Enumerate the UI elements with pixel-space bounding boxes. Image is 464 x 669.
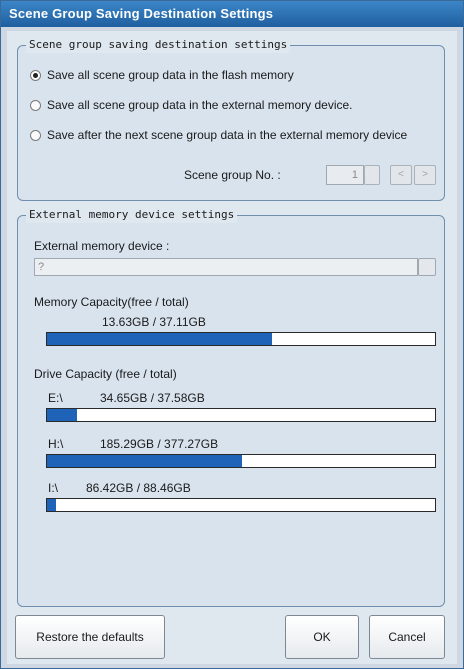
dialog-client: Scene group saving destination settings … (7, 31, 457, 664)
drive-i-bar (46, 498, 436, 512)
dialog-window: Scene Group Saving Destination Settings … (0, 0, 464, 669)
drive-e-bar-fill (47, 409, 78, 421)
cancel-button[interactable]: Cancel (369, 615, 445, 659)
memory-capacity-label: Memory Capacity(free / total) (34, 295, 189, 309)
scene-group-dropdown-button[interactable] (364, 165, 380, 185)
ok-button[interactable]: OK (285, 615, 359, 659)
radio-flash-memory-label: Save all scene group data in the flash m… (47, 68, 294, 82)
drive-i-value: 86.42GB / 88.46GB (86, 481, 191, 495)
drive-i-name: I:\ (48, 481, 59, 495)
scene-group-no-field[interactable]: 1 (326, 165, 364, 185)
memory-capacity-value: 13.63GB / 37.11GB (102, 315, 206, 329)
radio-external-memory-label: Save all scene group data in the externa… (47, 98, 353, 112)
drive-h-value: 185.29GB / 377.27GB (100, 437, 219, 451)
scene-group-prev-button[interactable]: < (390, 165, 412, 185)
drive-e-bar (46, 408, 436, 422)
radio-external-memory[interactable]: Save all scene group data in the externa… (30, 96, 353, 114)
external-device-label: External memory device : (34, 239, 170, 253)
radio-next-scene-group-label: Save after the next scene group data in … (47, 128, 408, 142)
radio-button-icon[interactable] (30, 69, 41, 81)
radio-button-icon[interactable] (30, 99, 41, 111)
drive-e-name: E:\ (48, 391, 63, 405)
memory-capacity-bar (46, 332, 436, 346)
drive-h-name: H:\ (48, 437, 64, 451)
saving-destination-group: Scene group saving destination settings … (17, 37, 445, 201)
drive-i-bar-fill (47, 499, 56, 511)
external-device-select[interactable]: ? (34, 258, 418, 276)
drive-h-bar (46, 454, 436, 468)
dialog-title: Scene Group Saving Destination Settings (1, 1, 463, 27)
drive-e-value: 34.65GB / 37.58GB (100, 391, 205, 405)
scene-group-no-label: Scene group No. : (184, 168, 281, 182)
external-memory-legend: External memory device settings (26, 207, 238, 223)
memory-capacity-bar-fill (47, 333, 273, 345)
restore-defaults-button[interactable]: Restore the defaults (15, 615, 165, 659)
scene-group-next-button[interactable]: > (414, 165, 436, 185)
radio-next-scene-group[interactable]: Save after the next scene group data in … (30, 126, 407, 144)
radio-flash-memory[interactable]: Save all scene group data in the flash m… (30, 66, 294, 84)
drive-h-bar-fill (47, 455, 243, 467)
external-device-dropdown-button[interactable] (418, 258, 436, 276)
radio-button-icon[interactable] (30, 129, 41, 141)
external-memory-group: External memory device settings External… (17, 207, 445, 607)
saving-destination-legend: Scene group saving destination settings (26, 37, 291, 53)
drive-capacity-label: Drive Capacity (free / total) (34, 367, 177, 381)
